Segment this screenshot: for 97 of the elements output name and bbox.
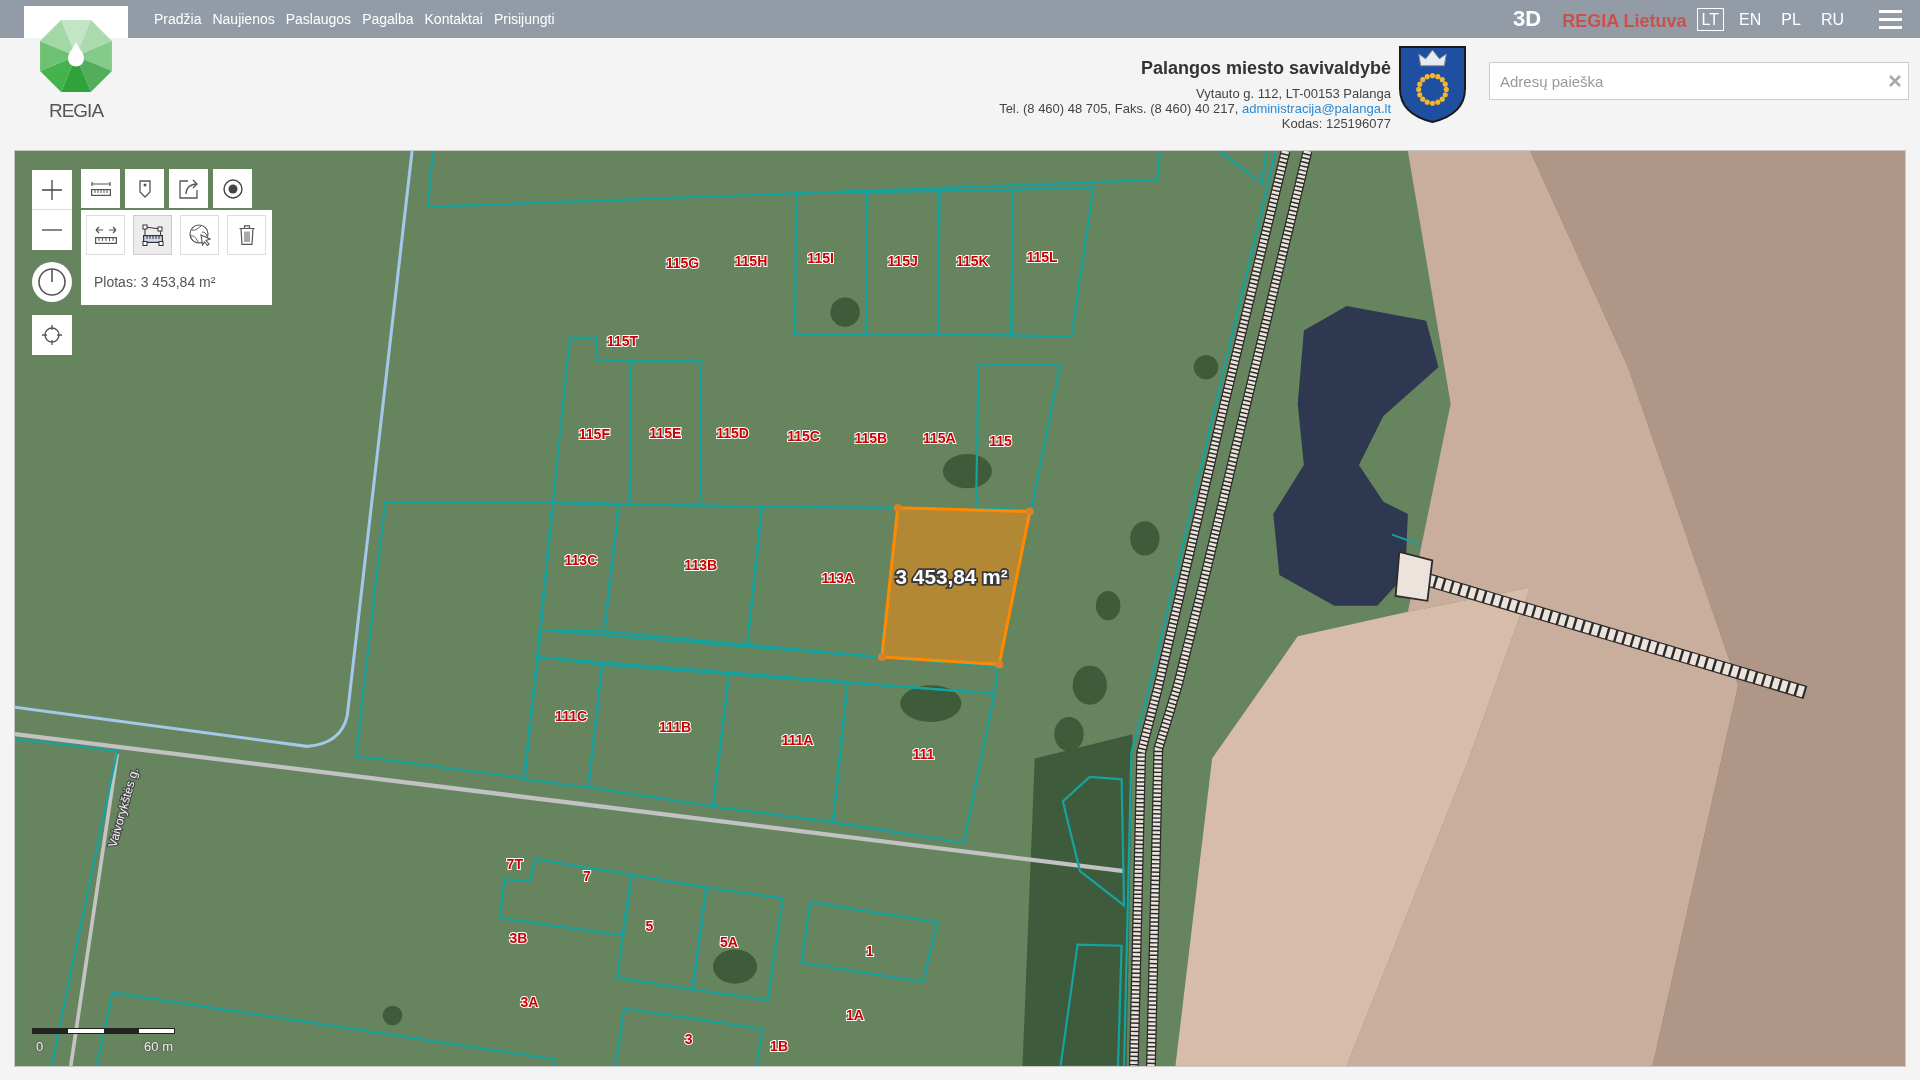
parcel-label: 3A bbox=[520, 994, 539, 1010]
parcel-label: 113B bbox=[684, 557, 718, 574]
parcel-label: 1 bbox=[865, 942, 874, 959]
parcel-label: 1B bbox=[770, 1038, 789, 1055]
logo-icon bbox=[40, 20, 112, 92]
point-button[interactable] bbox=[213, 169, 252, 208]
share-icon bbox=[178, 178, 199, 199]
parcel-label: 115T bbox=[606, 333, 639, 350]
language-link[interactable]: PL bbox=[1776, 7, 1806, 31]
nav-link[interactable]: Naujienos bbox=[212, 10, 275, 28]
dial-icon bbox=[38, 268, 66, 296]
parcel-label: 111B bbox=[659, 718, 692, 735]
parcel-label: 115H bbox=[734, 252, 768, 269]
vertex-handle[interactable] bbox=[877, 653, 886, 661]
parcel-label: 7T bbox=[506, 855, 524, 872]
parcel-label: 111 bbox=[912, 745, 935, 762]
contact-text: Tel. (8 460) 48 705, Faks. (8 460) 40 217, administracija@palanga.lt bbox=[999, 101, 1391, 116]
parcel-label: 115L bbox=[1026, 249, 1058, 266]
share-button[interactable] bbox=[169, 169, 208, 208]
address-text: Vytauto g. 112, LT-00153 Palanga bbox=[1195, 86, 1391, 101]
globe-cursor-icon bbox=[188, 224, 211, 246]
tree-canopy bbox=[1130, 521, 1160, 556]
parcel-label: 115C bbox=[787, 427, 820, 444]
parcel-label: 5A bbox=[719, 934, 738, 951]
nav-link[interactable]: Prisijungti bbox=[493, 10, 555, 28]
parcel-label: 5 bbox=[645, 918, 654, 935]
ruler-arrows-icon bbox=[94, 226, 117, 244]
parcel-label: 111A bbox=[781, 732, 814, 749]
nav-link[interactable]: Pradžia bbox=[154, 10, 202, 28]
vertex-handle[interactable] bbox=[1025, 507, 1034, 516]
measure-button[interactable] bbox=[81, 169, 120, 208]
zoom-out-button[interactable] bbox=[32, 210, 72, 250]
tree-canopy bbox=[830, 297, 860, 327]
parcel-label: 115I bbox=[807, 250, 834, 267]
measured-area-polygon[interactable] bbox=[880, 506, 1032, 666]
tree-canopy bbox=[382, 1005, 403, 1026]
parcel-label: 115G bbox=[665, 255, 700, 272]
ruler-icon bbox=[90, 181, 111, 196]
parcel-label: 113C bbox=[564, 552, 598, 569]
parcel-label: 115A bbox=[922, 430, 956, 447]
parcel-label: 1A bbox=[845, 1007, 864, 1024]
logo-text: REGIA bbox=[48, 100, 104, 122]
tree-canopy bbox=[900, 685, 962, 722]
parcel-label: 115B bbox=[854, 430, 888, 447]
parcel-label: 115D bbox=[716, 425, 749, 442]
zoom-in-button[interactable] bbox=[32, 170, 72, 210]
municipality-name: Palangos miesto savivaldybė bbox=[1139, 57, 1391, 79]
parcel-label: 3B bbox=[509, 930, 528, 947]
area-label: 3 453,84 m² bbox=[895, 564, 1008, 588]
marker-button[interactable] bbox=[125, 169, 164, 208]
map-pin-icon bbox=[138, 179, 151, 198]
company-code-text: Kodas: 125196077 bbox=[1280, 116, 1391, 131]
language-link[interactable]: EN bbox=[1734, 7, 1767, 31]
tree-canopy bbox=[713, 949, 758, 984]
parcel-label: 111C bbox=[555, 707, 588, 724]
vertex-handle[interactable] bbox=[893, 503, 902, 512]
parcel-label: 115F bbox=[578, 426, 610, 443]
parcel-outline bbox=[1215, 151, 1269, 186]
nav-link[interactable]: Pagalba bbox=[362, 10, 414, 28]
tree-canopy bbox=[943, 454, 992, 489]
parcel-label: 7 bbox=[583, 868, 591, 885]
area-ruler-icon bbox=[141, 224, 164, 246]
tree-canopy bbox=[1193, 354, 1219, 380]
nav-link[interactable]: Kontaktai bbox=[424, 10, 483, 28]
language-link[interactable]: RU bbox=[1815, 7, 1849, 31]
scale-label: 60 m bbox=[144, 1039, 173, 1054]
minus-icon bbox=[42, 229, 62, 231]
menu-icon[interactable] bbox=[1879, 9, 1902, 29]
area-result-text: Plotas: 3 453,84 m² bbox=[94, 273, 217, 292]
brand-link[interactable]: REGIA Lietuva bbox=[1562, 9, 1687, 32]
globe-tool-button[interactable] bbox=[180, 215, 219, 255]
email-link[interactable]: administracija@palanga.lt bbox=[1241, 101, 1391, 116]
parcel-label: 115J bbox=[887, 252, 918, 269]
tree-canopy bbox=[1095, 591, 1121, 621]
area-tool-button[interactable] bbox=[133, 215, 172, 255]
nav-link[interactable]: Paslaugos bbox=[285, 10, 352, 28]
shield-emblem-icon bbox=[1398, 45, 1467, 124]
plus-icon bbox=[42, 179, 62, 200]
parcel-label: 115 bbox=[989, 432, 1012, 449]
scale-label: 0 bbox=[36, 1039, 44, 1054]
vertex-handle[interactable] bbox=[995, 660, 1004, 669]
locate-button[interactable] bbox=[32, 315, 72, 355]
tree-canopy bbox=[1054, 717, 1084, 752]
parcel-label: 115K bbox=[955, 252, 989, 269]
parcel-label: 115E bbox=[649, 425, 682, 442]
delete-button[interactable] bbox=[227, 215, 266, 255]
distance-tool-button[interactable] bbox=[86, 215, 125, 255]
tree-canopy bbox=[1072, 665, 1107, 705]
parcel-boundary bbox=[1391, 533, 1421, 546]
parcel-label: 3 bbox=[684, 1030, 693, 1047]
crosshair-icon bbox=[42, 325, 62, 345]
view-3d-link[interactable]: 3D bbox=[1513, 6, 1542, 32]
trash-icon bbox=[238, 225, 255, 245]
language-link[interactable]: LT bbox=[1696, 7, 1725, 31]
circle-dot-icon bbox=[222, 178, 243, 199]
parcel-label: 113A bbox=[821, 569, 855, 586]
search-field[interactable]: Adresų paieška bbox=[1489, 62, 1909, 100]
